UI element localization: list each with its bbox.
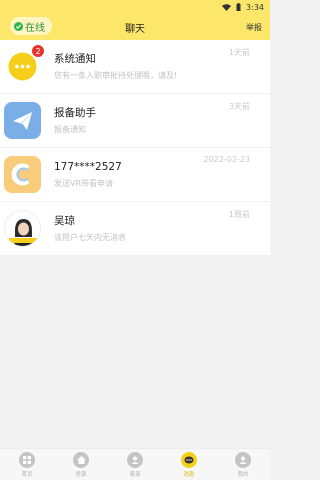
- tab-listings[interactable]: 房源: [54, 449, 108, 480]
- conversation-item-report-assistant[interactable]: 报备助手 报备通知 3天前: [0, 94, 270, 148]
- tab-label: 客源: [129, 472, 141, 478]
- conversation-list: 2 系统通知 您有一条入职审批待处理哦，请及! 1天前 报备助手 报备通知 3天…: [0, 40, 270, 256]
- status-time: 3:34: [246, 2, 264, 12]
- conversation-preview: 发送VR带看申请: [54, 179, 114, 188]
- bottom-tab-bar: 首页 房源 客源 消息 我的: [0, 448, 270, 480]
- conversation-item-phone[interactable]: 177****2527 发送VR带看申请 2022-02-23: [0, 148, 270, 202]
- tab-label: 房源: [75, 472, 87, 478]
- conversation-time: 1天前: [228, 48, 250, 57]
- house-icon: [73, 452, 89, 468]
- paper-plane-icon: [4, 102, 41, 139]
- conversation-preview: 报备通知: [54, 125, 86, 134]
- wifi-icon: [222, 3, 232, 11]
- report-button[interactable]: 举报: [246, 22, 262, 33]
- tab-label: 首页: [21, 472, 33, 478]
- tab-label: 消息: [183, 472, 195, 478]
- tab-label: 我的: [237, 472, 249, 478]
- person-icon: [127, 452, 143, 468]
- conversation-preview: 该用户七天内无消息: [54, 233, 126, 242]
- tab-home[interactable]: 首页: [0, 449, 54, 480]
- tab-clients[interactable]: 客源: [108, 449, 162, 480]
- letter-c-logo-icon: [4, 156, 41, 193]
- conversation-time: 3天前: [228, 102, 250, 111]
- conversation-time: 1周前: [228, 210, 250, 219]
- tab-messages[interactable]: 消息: [162, 449, 216, 480]
- profile-icon: [235, 452, 251, 468]
- conversation-preview: 您有一条入职审批待处理哦，请及!: [54, 71, 178, 80]
- conversation-item-user[interactable]: 吴琼 该用户七天内无消息 1周前: [0, 202, 270, 256]
- unread-badge: 2: [31, 44, 45, 58]
- tab-profile[interactable]: 我的: [216, 449, 270, 480]
- message-icon: [181, 452, 197, 468]
- user-photo-avatar: [4, 210, 41, 247]
- header-bar: 在线 聊天 举报: [0, 14, 270, 40]
- page-title: 聊天: [125, 23, 145, 35]
- conversation-item-system[interactable]: 2 系统通知 您有一条入职审批待处理哦，请及! 1天前: [0, 40, 270, 94]
- conversation-time: 2022-02-23: [203, 155, 251, 164]
- status-bar: 3:34: [0, 0, 270, 14]
- battery-icon: [236, 3, 241, 11]
- grid-icon: [19, 452, 35, 468]
- chat-bubble-icon: 2: [4, 44, 45, 85]
